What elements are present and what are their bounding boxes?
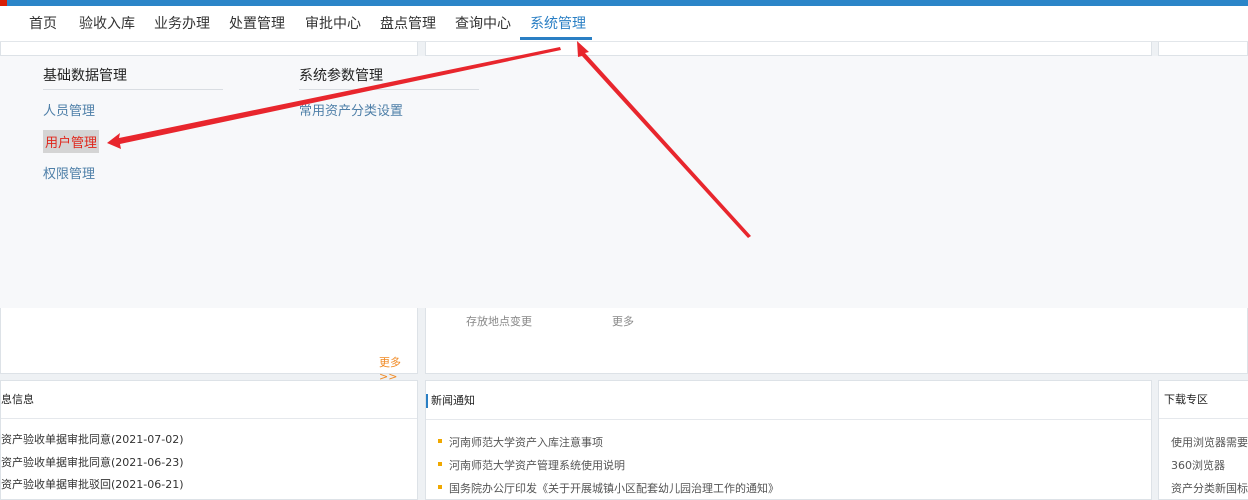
panel-stub [425,42,1152,56]
news-item[interactable]: 河南师范大学资产入库注意事项 [449,434,603,450]
bullet-icon [438,485,442,489]
message-panel: 息信息 资产验收单据审批同意(2021-07-02) 资产验收单据审批同意(20… [0,380,418,500]
shortcut-panel: 存放地点变更 更多 [425,308,1248,374]
nav-item-business[interactable]: 业务办理 [154,6,210,42]
download-panel: 下载专区 使用浏览器需要设 360浏览器 资产分类新国标 [1158,380,1248,500]
panel-stub [0,42,418,56]
menu-link-permissions[interactable]: 权限管理 [43,163,95,182]
recent-panel: 更多>> [0,308,418,383]
more-link[interactable]: 更多 [612,313,634,329]
menu-column-title: 基础数据管理 [43,68,127,84]
news-panel: 新闻通知 河南师范大学资产入库注意事项 河南师范大学资产管理系统使用说明 国务院… [425,380,1152,500]
more-link[interactable]: 更多>> [379,354,417,383]
panel-title: 下载专区 [1159,381,1248,419]
nav-item-inventory[interactable]: 盘点管理 [380,6,436,42]
list-item[interactable]: 资产验收单据审批驳回(2021-06-21) [1,476,184,492]
panel-title: 新闻通知 [426,394,475,408]
nav-item-disposal[interactable]: 处置管理 [229,6,285,42]
divider [299,89,479,90]
bullet-icon [438,439,442,443]
nav-item-approval[interactable]: 审批中心 [305,6,361,42]
nav-item-query[interactable]: 查询中心 [455,6,511,42]
download-item[interactable]: 使用浏览器需要设 [1171,434,1248,450]
panel-stub [1158,42,1248,56]
news-item[interactable]: 河南师范大学资产管理系统使用说明 [449,457,625,473]
menu-link-users[interactable]: 用户管理 [43,130,100,153]
menu-link-asset-category[interactable]: 常用资产分类设置 [299,100,403,119]
news-title-label: 新闻通知 [431,394,475,407]
download-item[interactable]: 360浏览器 [1171,457,1225,473]
bullet-icon [438,462,442,466]
download-item[interactable]: 资产分类新国标 [1171,480,1248,496]
active-tab-indicator [520,37,592,40]
system-menu-dropdown: 基础数据管理 人员管理 用户管理 权限管理 系统参数管理 常用资产分类设置 [0,56,1248,308]
divider [426,419,1151,420]
news-item[interactable]: 国务院办公厅印发《关于开展城镇小区配套幼儿园治理工作的通知》 [449,480,779,496]
menu-link-personnel[interactable]: 人员管理 [43,100,95,119]
main-nav: 首页 验收入库 业务办理 处置管理 审批中心 盘点管理 查询中心 系统管理 [0,6,1248,42]
divider [43,89,223,90]
list-item[interactable]: 资产验收单据审批同意(2021-06-23) [1,454,184,470]
list-item[interactable]: 资产验收单据审批同意(2021-07-02) [1,431,184,447]
nav-item-acceptance[interactable]: 验收入库 [79,6,135,42]
panel-title: 息信息 [1,381,417,419]
menu-column-title: 系统参数管理 [299,68,383,84]
shortcut-item[interactable]: 存放地点变更 [466,313,532,329]
nav-item-home[interactable]: 首页 [29,6,57,42]
